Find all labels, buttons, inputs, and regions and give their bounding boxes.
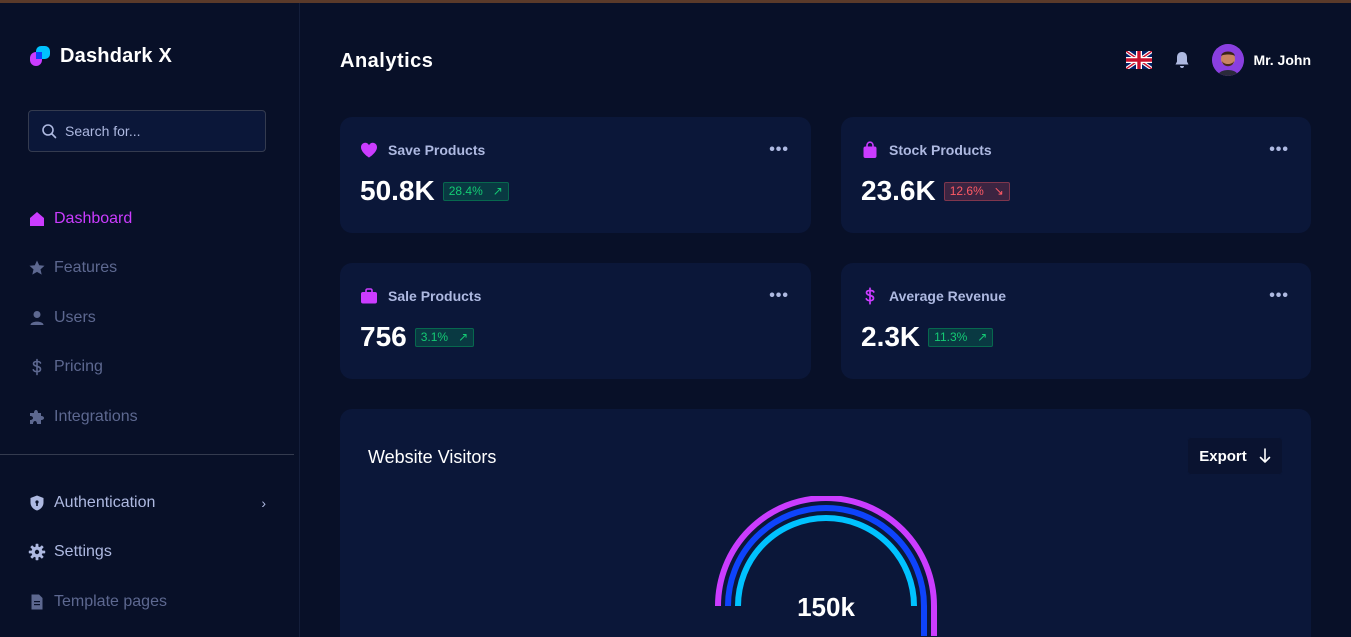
- arrow-up-right-icon: ↗: [458, 330, 469, 344]
- arrow-down-icon: [1259, 448, 1271, 463]
- more-options-icon[interactable]: •••: [1269, 141, 1289, 159]
- change-percent: 28.4%: [448, 184, 483, 198]
- stat-card-save-products: Save Products ••• 50.8K 28.4% ↗: [340, 117, 811, 233]
- export-label: Export: [1199, 447, 1247, 465]
- arrow-up-right-icon: ↗: [492, 184, 503, 198]
- more-options-icon[interactable]: •••: [769, 287, 789, 305]
- brand[interactable]: Dashdark X: [28, 44, 172, 68]
- puzzle-icon: [28, 408, 46, 426]
- website-visitors-card: Website Visitors Export 150k: [340, 409, 1311, 637]
- nav-item-features[interactable]: Features: [28, 244, 138, 294]
- shield-icon: [28, 494, 46, 512]
- nav-item-label: Authentication: [54, 493, 156, 511]
- stat-card-average-revenue: Average Revenue ••• 2.3K 11.3% ↗: [841, 263, 1311, 379]
- bag-icon: [861, 141, 879, 159]
- avatar-image: [1212, 44, 1245, 76]
- home-icon: [28, 210, 46, 228]
- stat-card-header: Sale Products: [360, 287, 481, 305]
- page-title: Analytics: [340, 50, 434, 72]
- nav-item-label: Pricing: [54, 358, 103, 376]
- nav-item-authentication[interactable]: Authentication ›: [28, 478, 266, 528]
- briefcase-icon: [360, 287, 378, 305]
- stat-value: 2.3K: [861, 321, 921, 352]
- stat-value: 23.6K: [861, 175, 936, 206]
- change-badge: 11.3% ↗: [928, 327, 994, 347]
- stat-title: Stock Products: [889, 142, 992, 158]
- nav-item-label: Dashboard: [54, 209, 133, 227]
- avatar[interactable]: [1212, 44, 1245, 76]
- search-input[interactable]: [65, 123, 245, 139]
- nav-item-label: Template pages: [54, 592, 167, 610]
- stat-card-header: Average Revenue: [861, 287, 1006, 305]
- change-percent: 3.1%: [420, 330, 449, 344]
- primary-nav: Dashboard Features Users Pricing Integra…: [28, 194, 138, 442]
- change-percent: 11.3%: [934, 330, 968, 344]
- nav-item-settings[interactable]: Settings: [28, 528, 266, 578]
- star-icon: [28, 259, 46, 277]
- search-box[interactable]: [28, 110, 266, 152]
- stat-card-header: Stock Products: [861, 141, 992, 159]
- stat-card-stock-products: Stock Products ••• 23.6K 12.6% ↘: [841, 117, 1311, 233]
- change-badge: 28.4% ↗: [442, 181, 509, 201]
- user-name[interactable]: Mr. John: [1253, 52, 1311, 68]
- chevron-right-icon: ›: [261, 494, 266, 511]
- dollar-icon: [28, 358, 46, 376]
- stat-value-row: 2.3K 11.3% ↗: [861, 321, 994, 353]
- user-icon: [28, 309, 46, 327]
- stat-value: 756: [360, 321, 407, 352]
- change-badge: 3.1% ↗: [414, 327, 475, 347]
- change-badge: 12.6% ↘: [943, 181, 1010, 201]
- stat-value-row: 23.6K 12.6% ↘: [861, 175, 1010, 207]
- nav-item-label: Integrations: [54, 407, 138, 425]
- arrow-down-right-icon: ↘: [993, 184, 1004, 198]
- more-options-icon[interactable]: •••: [769, 141, 789, 159]
- secondary-nav: Authentication › Settings Template pages: [28, 478, 266, 627]
- dollar-icon: [861, 287, 879, 305]
- nav-item-label: Users: [54, 308, 96, 326]
- arrow-up-right-icon: ↗: [977, 330, 988, 344]
- stat-value-row: 50.8K 28.4% ↗: [360, 175, 509, 207]
- header-actions: Mr. John: [1126, 44, 1311, 76]
- nav-item-users[interactable]: Users: [28, 293, 138, 343]
- bell-icon[interactable]: [1172, 50, 1192, 70]
- nav-item-pricing[interactable]: Pricing: [28, 343, 138, 393]
- stat-title: Save Products: [388, 142, 486, 158]
- nav-item-integrations[interactable]: Integrations: [28, 392, 138, 442]
- uk-flag-icon[interactable]: [1126, 51, 1153, 69]
- stat-value-row: 756 3.1% ↗: [360, 321, 475, 353]
- nav-item-label: Settings: [54, 543, 112, 561]
- nav-item-dashboard[interactable]: Dashboard: [28, 194, 138, 244]
- nav-item-label: Features: [54, 259, 118, 277]
- stat-value: 50.8K: [360, 175, 435, 206]
- search-icon: [42, 124, 57, 139]
- visitors-title: Website Visitors: [368, 447, 497, 467]
- stat-card-header: Save Products: [360, 141, 485, 159]
- nav-item-template-pages[interactable]: Template pages: [28, 577, 266, 627]
- change-percent: 12.6%: [949, 184, 984, 198]
- brand-name: Dashdark X: [60, 44, 173, 67]
- more-options-icon[interactable]: •••: [1269, 287, 1289, 305]
- stat-card-sale-products: Sale Products ••• 756 3.1% ↗: [340, 263, 811, 379]
- stat-title: Average Revenue: [889, 288, 1006, 304]
- sidebar: Dashdark X Dashboard Features Users: [0, 3, 300, 637]
- export-button[interactable]: Export: [1187, 437, 1283, 475]
- visitors-total: 150k: [797, 592, 855, 622]
- brand-logo-icon: [30, 46, 50, 66]
- file-icon: [28, 593, 46, 611]
- sidebar-divider: [0, 454, 294, 455]
- gear-icon: [28, 543, 46, 561]
- heart-icon: [360, 141, 378, 159]
- stat-title: Sale Products: [388, 288, 482, 304]
